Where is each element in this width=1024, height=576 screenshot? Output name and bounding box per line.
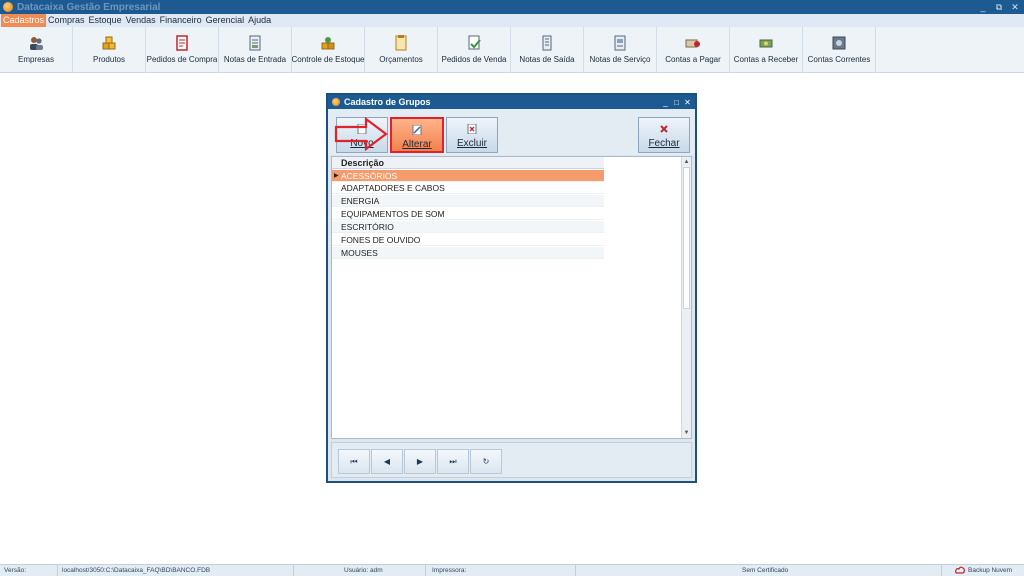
status-database: localhost/3050:C:\Datacaixa_FAQ\BD\BANCO… [62, 565, 294, 576]
toolbar-contas-correntes-button[interactable]: Contas Correntes [803, 27, 876, 73]
column-header-descricao[interactable]: Descrição [332, 157, 604, 169]
toolbar-controle-estoque-button[interactable]: Controle de Estoque [292, 27, 365, 73]
toolbar-pedidos-compra-button[interactable]: Pedidos de Compra [146, 27, 219, 73]
toolbar-notas-servico-button[interactable]: Notas de Serviço [584, 27, 657, 73]
dialog-close-icon[interactable]: ✕ [684, 98, 691, 107]
dialog-title-bar: Cadastro de Grupos _ □ ✕ [328, 95, 695, 109]
status-user: Usuário: adm [344, 565, 426, 576]
fechar-button[interactable]: Fechar [638, 117, 690, 153]
close-x-icon [659, 124, 669, 134]
toolbar-contas-pagar-button[interactable]: Contas a Pagar [657, 27, 730, 73]
toolbar-contas-receber-button[interactable]: Contas a Receber [730, 27, 803, 73]
scroll-thumb[interactable] [683, 167, 690, 309]
close-icon[interactable]: ✕ [1010, 2, 1020, 13]
status-printer: Impressora: [432, 565, 576, 576]
dialog-logo-icon [332, 98, 340, 106]
table-row[interactable]: ESCRITÓRIO [332, 221, 604, 233]
toolbar-notas-saida-button[interactable]: Notas de Saída [511, 27, 584, 73]
first-record-icon: ⏮ [350, 456, 358, 466]
menu-cadastros[interactable]: Cadastros [1, 14, 47, 27]
boxes-icon [101, 35, 117, 51]
entry-note-icon [247, 35, 263, 51]
status-bar: Versão: 2022.05.23 localhost/3050:C:\Dat… [0, 564, 1024, 576]
delete-icon [467, 123, 477, 135]
exit-note-icon [539, 35, 555, 51]
menu-compras[interactable]: Compras [46, 14, 87, 27]
main-toolbar: Empresas Produtos Pedidos de Compra Nota… [0, 27, 1024, 73]
toolbar-orcamentos-button[interactable]: Orçamentos [365, 27, 438, 73]
status-version: Versão: 2022.05.23 [4, 565, 58, 576]
table-row[interactable]: MOUSES [332, 247, 604, 259]
menu-bar: Cadastros Compras Estoque Vendas Finance… [0, 14, 1024, 27]
menu-ajuda[interactable]: Ajuda [246, 14, 273, 27]
toolbar-empresas-button[interactable]: Empresas [0, 27, 73, 73]
menu-financeiro[interactable]: Financeiro [158, 14, 204, 27]
restore-icon[interactable]: ⧉ [994, 2, 1004, 13]
menu-gerencial[interactable]: Gerencial [204, 14, 247, 27]
cadastro-grupos-dialog: Cadastro de Grupos _ □ ✕ Novo Alterar Ex… [326, 93, 697, 483]
toolbar-notas-entrada-button[interactable]: Notas de Entrada [219, 27, 292, 73]
receivables-icon [758, 35, 774, 51]
app-title-bar: Datacaixa Gestão Empresarial _ ⧉ ✕ [0, 0, 1024, 14]
window-controls: _ ⧉ ✕ [978, 0, 1020, 14]
alterar-button[interactable]: Alterar [390, 117, 444, 153]
excluir-button[interactable]: Excluir [446, 117, 498, 153]
nav-next-button[interactable]: ▶ [404, 449, 436, 474]
status-backup[interactable]: Backup Nuvem [968, 565, 1012, 576]
app-title: Datacaixa Gestão Empresarial [17, 1, 161, 13]
prior-record-icon: ◀ [383, 457, 391, 466]
edit-icon [412, 124, 422, 136]
nav-first-button[interactable]: ⏮ [338, 449, 370, 474]
dialog-title: Cadastro de Grupos [344, 97, 431, 107]
people-icon [28, 35, 44, 51]
table-row[interactable]: EQUIPAMENTOS DE SOM [332, 208, 604, 220]
status-certificate: Sem Certificado [742, 565, 942, 576]
nav-last-button[interactable]: ⏭ [437, 449, 469, 474]
last-record-icon: ⏭ [449, 456, 457, 466]
toolbar-produtos-button[interactable]: Produtos [73, 27, 146, 73]
scroll-up-icon[interactable]: ▲ [682, 157, 691, 167]
stock-control-icon [320, 35, 336, 51]
dialog-minimize-icon[interactable]: _ [662, 98, 669, 107]
table-row[interactable]: ENERGIA [332, 195, 604, 207]
table-row[interactable]: ▶ ACESSÓRIOS [332, 170, 604, 182]
next-record-icon: ▶ [416, 457, 424, 466]
safe-icon [831, 35, 847, 51]
app-logo-icon [3, 2, 13, 12]
table-row[interactable]: ADAPTADORES E CABOS [332, 182, 604, 194]
grupos-grid[interactable]: Descrição ▶ ACESSÓRIOS ADAPTADORES E CABO… [331, 156, 692, 439]
purchase-order-icon [174, 35, 190, 51]
sales-order-icon [466, 35, 482, 51]
cloud-backup-icon [955, 566, 965, 576]
dialog-window-controls: _ □ ✕ [662, 98, 691, 107]
red-arrow-annotation-icon [334, 117, 388, 151]
table-row[interactable]: FONES DE OUVIDO [332, 234, 604, 246]
nav-prior-button[interactable]: ◀ [371, 449, 403, 474]
minimize-icon[interactable]: _ [978, 2, 988, 12]
dialog-maximize-icon[interactable]: □ [673, 98, 680, 107]
scroll-down-icon[interactable]: ▼ [682, 428, 691, 438]
row-pointer-icon: ▶ [334, 173, 339, 179]
menu-vendas[interactable]: Vendas [124, 14, 158, 27]
refresh-icon: ↻ [482, 457, 490, 466]
grid-vertical-scrollbar[interactable]: ▲ ▼ [681, 157, 691, 438]
dialog-toolbar: Novo Alterar Excluir Fechar [328, 109, 695, 155]
record-navigator: ⏮ ◀ ▶ ⏭ ↻ [331, 442, 692, 478]
service-note-icon [612, 35, 628, 51]
budget-icon [393, 35, 409, 51]
menu-estoque[interactable]: Estoque [87, 14, 124, 27]
nav-refresh-button[interactable]: ↻ [470, 449, 502, 474]
toolbar-pedidos-venda-button[interactable]: Pedidos de Venda [438, 27, 511, 73]
payables-icon [685, 35, 701, 51]
